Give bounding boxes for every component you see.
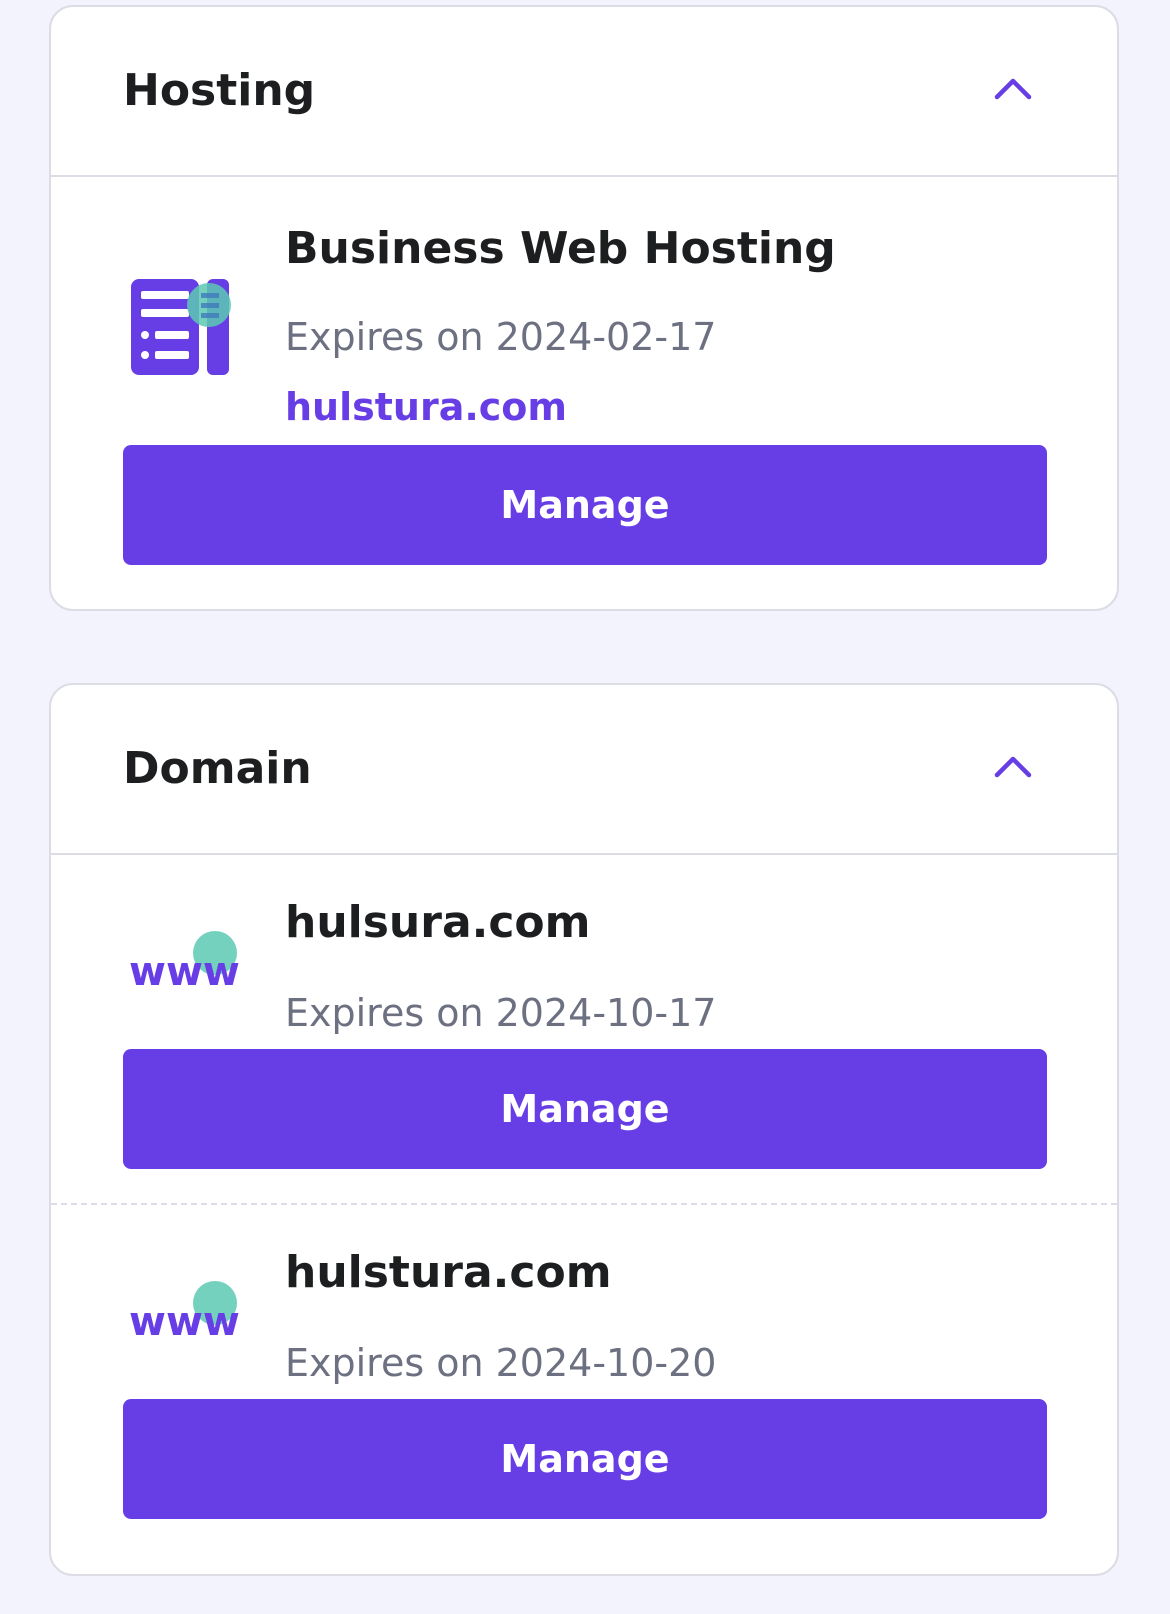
- hosting-card-title: Hosting: [123, 65, 316, 116]
- domain-name: hulstura.com: [285, 1247, 612, 1298]
- hosting-expiry-date: Expires on 2024-02-17: [285, 315, 717, 359]
- domain-card: Domain www hulsura.com Expires on 2024-1…: [49, 683, 1119, 1576]
- hosting-domain-link[interactable]: hulstura.com: [285, 383, 567, 431]
- hosting-manage-button[interactable]: Manage: [123, 445, 1047, 565]
- hosting-plan-name: Business Web Hosting: [285, 223, 836, 274]
- www-icon: www: [129, 931, 239, 993]
- domain-manage-button[interactable]: Manage: [123, 1399, 1047, 1519]
- hosting-card: Hosting Business Web Hosting Expires on …: [49, 5, 1119, 611]
- domain-expiry-date: Expires on 2024-10-20: [285, 1341, 717, 1385]
- domain-name: hulsura.com: [285, 897, 591, 948]
- chevron-up-icon[interactable]: [993, 751, 1033, 781]
- domain-card-title: Domain: [123, 743, 312, 794]
- www-icon: www: [129, 1281, 239, 1343]
- www-icon-label: www: [129, 1299, 239, 1343]
- chevron-up-icon[interactable]: [993, 73, 1033, 103]
- hosting-card-header[interactable]: Hosting: [51, 7, 1117, 177]
- domain-card-header[interactable]: Domain: [51, 685, 1117, 855]
- domain-expiry-date: Expires on 2024-10-17: [285, 991, 717, 1035]
- item-divider: [51, 1203, 1117, 1205]
- www-icon-label: www: [129, 949, 239, 993]
- server-icon: [131, 279, 231, 375]
- domain-manage-button[interactable]: Manage: [123, 1049, 1047, 1169]
